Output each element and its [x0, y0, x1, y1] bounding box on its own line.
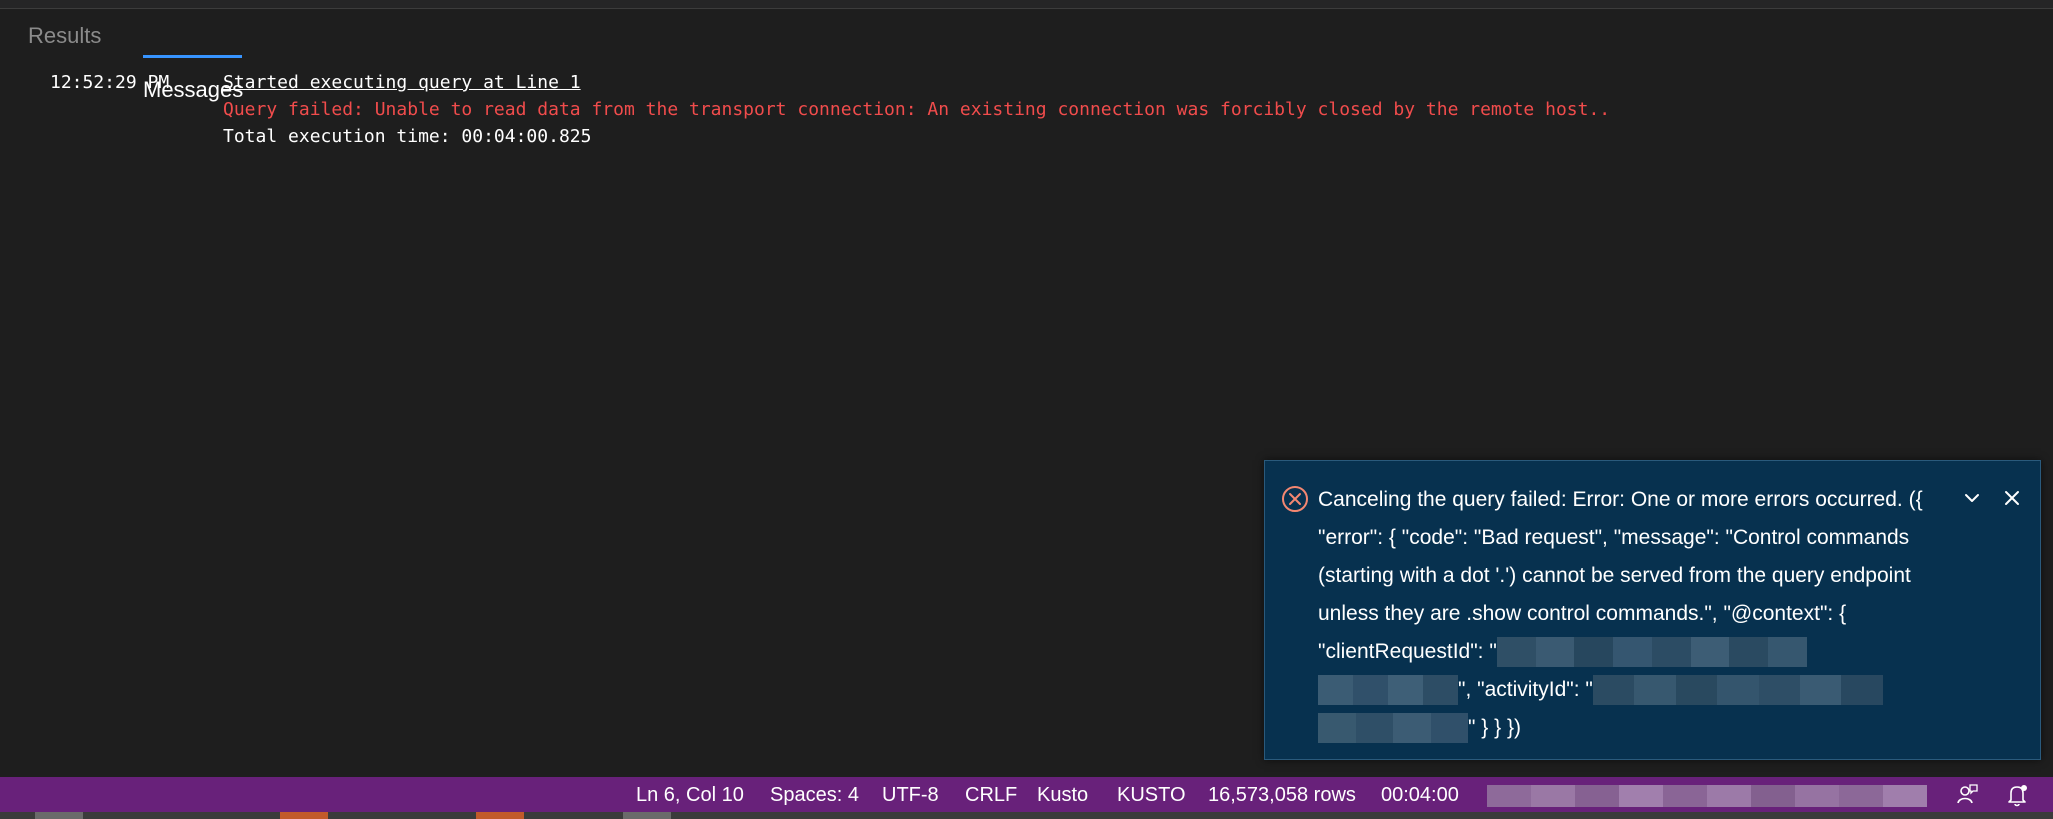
notification-text-part3: " } } }) [1468, 716, 1521, 739]
feedback-icon[interactable] [1952, 781, 1980, 809]
row-count: 16,573,058 rows [1208, 784, 1356, 806]
notification-text-part2: ", "activityId": " [1458, 678, 1593, 701]
indentation-setting[interactable]: Spaces: 4 [770, 784, 859, 807]
end-of-line[interactable]: CRLF [965, 784, 1017, 807]
connection-name[interactable]: KUSTO [1117, 784, 1186, 807]
status-bar: Ln 6, Col 10 Spaces: 4 UTF-8 CRLF Kusto … [0, 777, 2053, 812]
started-executing-link[interactable]: Started executing query at Line 1 [223, 72, 581, 93]
taskbar-item[interactable] [476, 812, 524, 819]
cursor-position[interactable]: Ln 6, Col 10 [636, 784, 744, 807]
file-encoding[interactable]: UTF-8 [882, 784, 939, 807]
chevron-down-icon[interactable] [1957, 483, 1987, 513]
taskbar-item[interactable] [35, 812, 83, 819]
query-error-message: Query failed: Unable to read data from t… [223, 99, 1611, 120]
redacted-activity-id [1592, 675, 1883, 706]
taskbar-item[interactable] [280, 812, 328, 819]
language-mode[interactable]: Kusto [1037, 784, 1088, 807]
error-circle-icon [1281, 485, 1309, 513]
taskbar-item[interactable] [623, 812, 671, 819]
active-tab-indicator [143, 55, 242, 58]
bell-icon[interactable] [2003, 781, 2031, 809]
message-timestamp: 12:52:29 PM [50, 72, 170, 93]
redacted-activity-id-cont [1318, 713, 1468, 744]
redacted-client-request-id [1496, 637, 1807, 668]
panel-top-border [0, 0, 2053, 9]
close-icon[interactable] [1997, 483, 2027, 513]
results-panel-tabs: Results Messages [0, 9, 2053, 102]
redacted-server-info[interactable] [1487, 785, 1927, 807]
tab-results[interactable]: Results [28, 23, 101, 49]
notification-message: Canceling the query failed: Error: One o… [1318, 481, 1958, 747]
elapsed-time: 00:04:00 [1381, 784, 1459, 806]
total-execution-time: Total execution time: 00:04:00.825 [223, 126, 592, 147]
error-notification: Canceling the query failed: Error: One o… [1264, 460, 2041, 760]
redacted-client-request-id-cont [1318, 675, 1458, 706]
